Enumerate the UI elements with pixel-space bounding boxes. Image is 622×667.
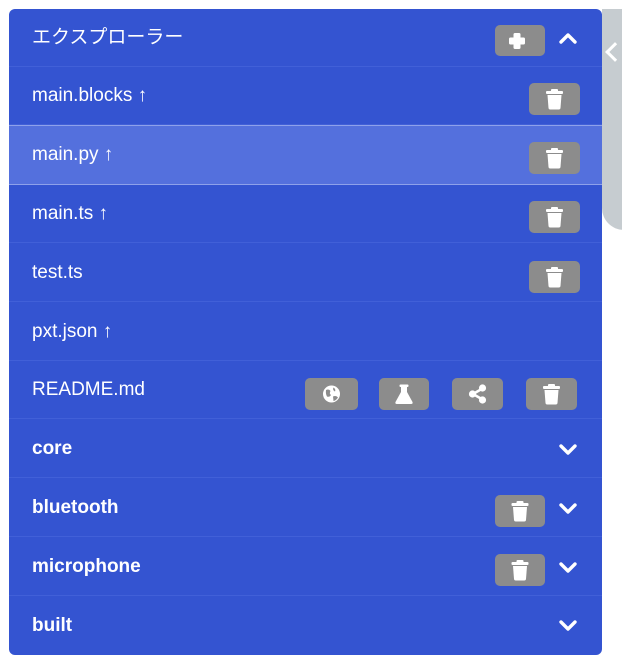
side-collapse-tab[interactable] xyxy=(602,9,622,230)
file-item-main-blocks[interactable]: main.blocks ↑ xyxy=(9,67,602,125)
trash-icon xyxy=(546,267,563,288)
flask-icon xyxy=(395,384,413,404)
package-name: microphone xyxy=(32,556,141,577)
open-website-button[interactable] xyxy=(305,378,358,410)
package-item-bluetooth[interactable]: bluetooth xyxy=(9,479,602,537)
file-name: test.ts xyxy=(32,262,83,283)
chevron-up-icon[interactable] xyxy=(555,25,581,51)
trash-icon xyxy=(511,501,529,522)
file-item-main-ts[interactable]: main.ts ↑ xyxy=(9,185,602,243)
trash-icon xyxy=(546,148,563,169)
add-file-button[interactable] xyxy=(495,25,545,56)
file-name: main.py ↑ xyxy=(32,144,114,165)
chevron-down-icon[interactable] xyxy=(555,495,581,521)
experiments-button[interactable] xyxy=(379,378,429,410)
file-name: pxt.json ↑ xyxy=(32,321,113,342)
chevron-down-icon[interactable] xyxy=(555,554,581,580)
package-item-built[interactable]: built xyxy=(9,597,602,655)
chevron-down-icon[interactable] xyxy=(555,436,581,462)
plus-icon xyxy=(509,33,525,49)
delete-file-button[interactable] xyxy=(529,201,580,233)
file-name: main.ts ↑ xyxy=(32,203,109,224)
delete-file-button[interactable] xyxy=(526,378,577,410)
delete-file-button[interactable] xyxy=(529,142,580,174)
remove-package-button[interactable] xyxy=(495,495,545,527)
explorer-header[interactable]: エクスプローラー xyxy=(9,9,602,67)
share-button[interactable] xyxy=(452,378,503,410)
file-item-readme[interactable]: README.md xyxy=(9,361,602,419)
trash-icon xyxy=(546,207,563,228)
file-explorer: エクスプローラー main.blocks ↑ main.py ↑ main.ts… xyxy=(9,9,602,655)
file-item-main-py[interactable]: main.py ↑ xyxy=(9,125,602,185)
remove-package-button[interactable] xyxy=(495,554,545,586)
file-name: main.blocks ↑ xyxy=(32,85,148,106)
package-item-microphone[interactable]: microphone xyxy=(9,538,602,596)
chevron-down-icon[interactable] xyxy=(555,612,581,638)
explorer-title: エクスプローラー xyxy=(32,27,184,48)
trash-icon xyxy=(546,89,563,110)
package-name: built xyxy=(32,615,73,636)
package-name: core xyxy=(32,438,73,459)
globe-icon xyxy=(323,385,340,403)
delete-file-button[interactable] xyxy=(529,83,580,115)
delete-file-button[interactable] xyxy=(529,261,580,293)
file-item-test-ts[interactable]: test.ts xyxy=(9,244,602,302)
share-icon xyxy=(468,384,487,404)
package-name: bluetooth xyxy=(32,497,119,518)
trash-icon xyxy=(543,384,560,405)
file-name: README.md xyxy=(32,379,145,400)
file-item-pxt-json[interactable]: pxt.json ↑ xyxy=(9,303,602,361)
trash-icon xyxy=(511,560,529,581)
chevron-left-icon xyxy=(605,42,622,62)
package-item-core[interactable]: core xyxy=(9,420,602,478)
